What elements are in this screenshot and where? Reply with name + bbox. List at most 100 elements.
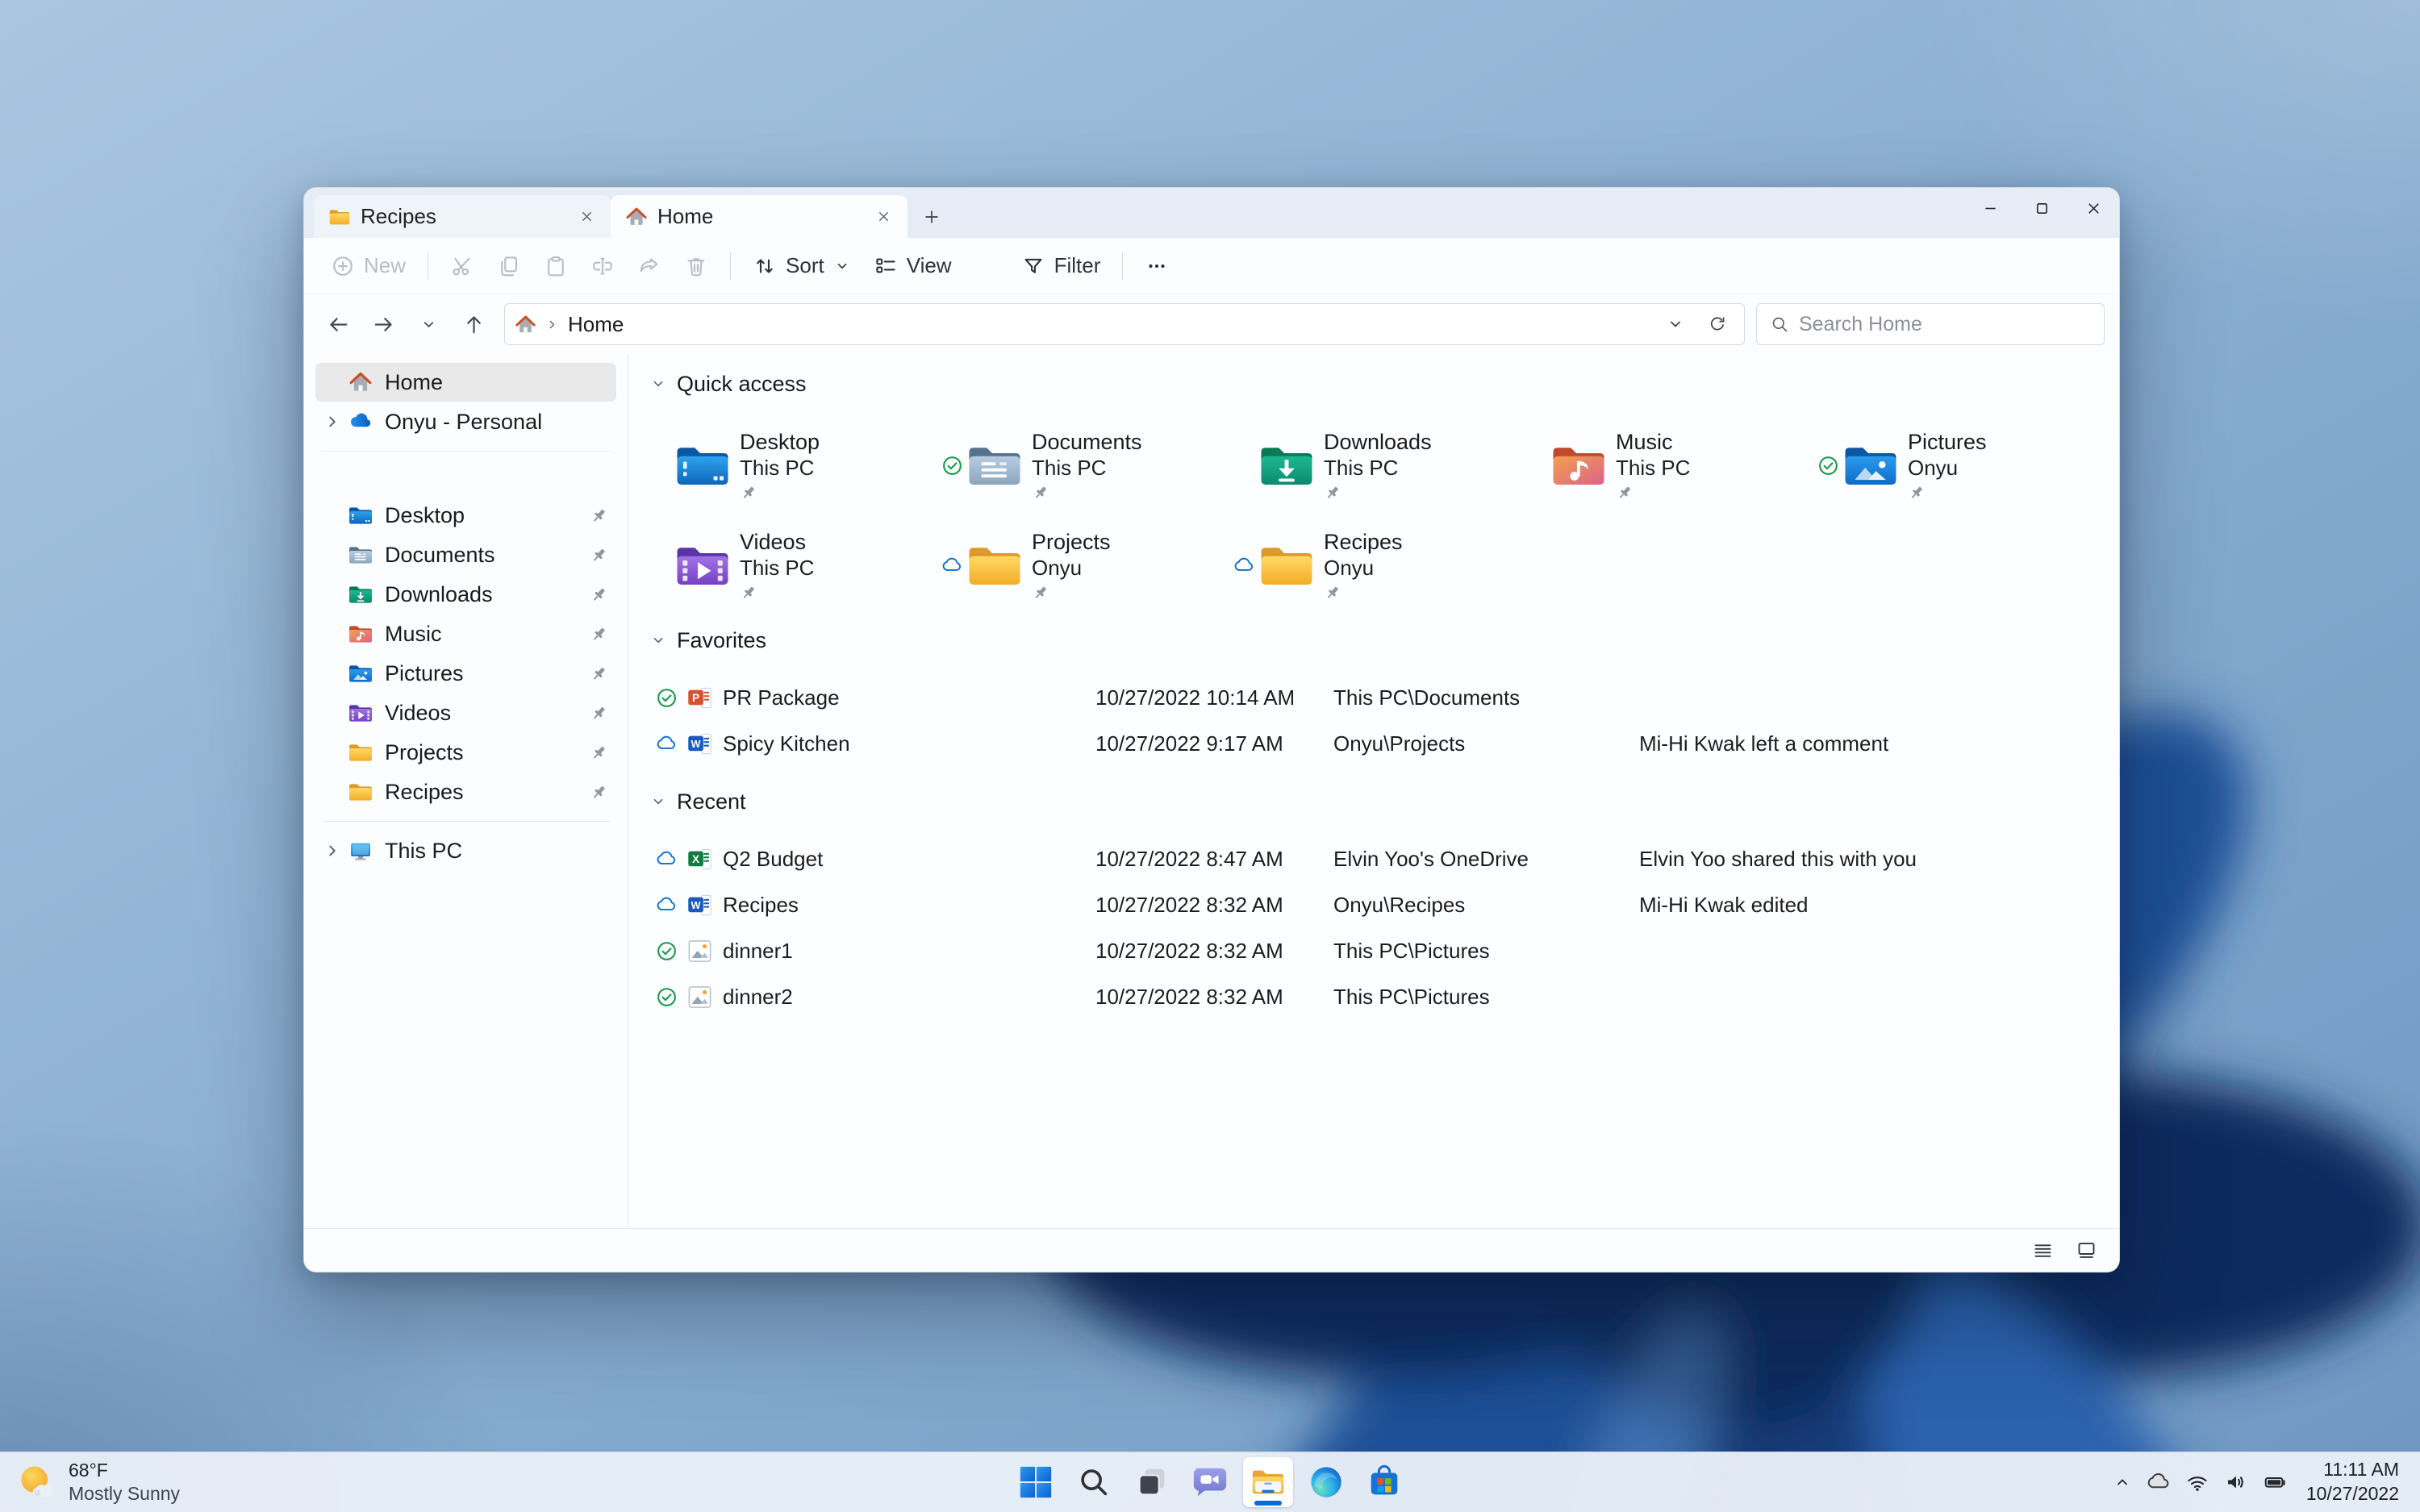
tile-music[interactable]: Music This PC — [1525, 415, 1817, 515]
sidebar-label: Desktop — [385, 502, 465, 527]
forward-button[interactable] — [364, 305, 403, 344]
recent-locations-button[interactable] — [409, 305, 448, 344]
file-date: 10/27/2022 8:32 AM — [1095, 939, 1283, 963]
new-tab-button[interactable] — [914, 199, 949, 235]
filter-button[interactable]: Filter — [1011, 246, 1112, 286]
sidebar-divider — [322, 451, 610, 452]
refresh-button[interactable] — [1700, 307, 1734, 341]
share-button[interactable] — [627, 246, 672, 286]
large-thumbnails-view-button[interactable] — [2067, 1235, 2105, 1267]
file-row-pr-package[interactable]: PR Package 10/27/2022 10:14 AM This PC\D… — [649, 675, 2119, 721]
file-row-spicy-kitchen[interactable]: Spicy Kitchen 10/27/2022 9:17 AM Onyu\Pr… — [649, 721, 2119, 767]
network-button[interactable] — [2185, 1470, 2209, 1494]
home-icon — [515, 314, 536, 335]
file-row-dinner1[interactable]: dinner1 10/27/2022 8:32 AM This PC\Pictu… — [649, 928, 2119, 974]
sidebar-item-projects[interactable]: Projects — [315, 733, 616, 772]
taskbar-search-button[interactable] — [1069, 1457, 1119, 1507]
paste-button[interactable] — [533, 246, 578, 286]
sidebar-item-desktop[interactable]: Desktop — [315, 496, 616, 535]
sidebar-item-recipes[interactable]: Recipes — [315, 773, 616, 811]
address-bar[interactable]: Home — [504, 303, 1745, 345]
tile-desktop[interactable]: Desktop This PC — [649, 415, 941, 515]
sidebar-item-pictures[interactable]: Pictures — [315, 654, 616, 693]
videos-folder-icon — [674, 541, 732, 589]
details-view-button[interactable] — [2024, 1235, 2061, 1267]
active-app-indicator — [1254, 1501, 1282, 1506]
pictures-folder-icon — [348, 661, 373, 685]
delete-button[interactable] — [674, 246, 719, 286]
file-row-q2-budget[interactable]: Q2 Budget 10/27/2022 8:47 AM Elvin Yoo's… — [649, 836, 2119, 882]
arrow-left-icon — [327, 313, 350, 336]
favorites-list: PR Package 10/27/2022 10:14 AM This PC\D… — [649, 675, 2119, 767]
chevron-right-icon[interactable] — [322, 411, 343, 432]
sidebar-item-onedrive[interactable]: Onyu - Personal — [315, 402, 616, 441]
new-button[interactable]: New — [320, 246, 416, 286]
chat-button[interactable] — [1185, 1457, 1235, 1507]
sidebar-item-videos[interactable]: Videos — [315, 694, 616, 732]
sort-button[interactable]: Sort — [742, 246, 862, 286]
volume-button[interactable] — [2224, 1470, 2248, 1494]
close-tab-icon[interactable] — [572, 202, 601, 231]
quick-access-grid: Desktop This PC Documents This PC Downlo… — [649, 415, 2119, 615]
sidebar-item-music[interactable]: Music — [315, 614, 616, 653]
weather-widget[interactable]: 68°F Mostly Sunny — [0, 1452, 180, 1512]
tab-recipes[interactable]: Recipes — [314, 195, 611, 238]
section-favorites[interactable]: Favorites — [649, 627, 2119, 654]
view-button[interactable]: View — [863, 246, 962, 286]
more-options-button[interactable] — [1134, 246, 1179, 286]
search-box[interactable] — [1756, 303, 2105, 345]
word-file-icon — [686, 730, 714, 758]
tile-pictures[interactable]: Pictures Onyu — [1817, 415, 2109, 515]
funnel-icon — [1021, 254, 1045, 278]
start-button[interactable] — [1011, 1457, 1061, 1507]
share-icon — [637, 254, 661, 278]
tile-projects[interactable]: Projects Onyu — [941, 515, 1233, 615]
section-recent[interactable]: Recent — [649, 788, 2119, 815]
file-activity: Mi-Hi Kwak edited — [1639, 893, 1809, 917]
clock[interactable]: 11:11 AM 10/27/2022 — [2306, 1458, 2399, 1506]
tile-videos[interactable]: Videos This PC — [649, 515, 941, 615]
toolbar-divider — [1122, 252, 1124, 280]
onedrive-tray-button[interactable] — [2147, 1470, 2171, 1494]
back-button[interactable] — [319, 305, 357, 344]
sidebar-item-downloads[interactable]: Downloads — [315, 575, 616, 614]
sidebar-item-this-pc[interactable]: This PC — [315, 831, 616, 870]
search-input[interactable] — [1799, 312, 2091, 336]
plus-icon — [923, 208, 941, 226]
rename-button[interactable] — [580, 246, 625, 286]
minimize-button[interactable] — [1964, 188, 2016, 228]
up-button[interactable] — [454, 305, 493, 344]
breadcrumb[interactable]: Home — [568, 312, 624, 337]
sidebar-item-home[interactable]: Home — [315, 363, 616, 402]
tab-home[interactable]: Home — [611, 195, 908, 238]
file-row-dinner2[interactable]: dinner2 10/27/2022 8:32 AM This PC\Pictu… — [649, 974, 2119, 1020]
hidden-icons-button[interactable] — [2113, 1472, 2132, 1492]
chevron-right-icon[interactable] — [322, 840, 343, 861]
file-row-recipes[interactable]: Recipes 10/27/2022 8:32 AM Onyu\Recipes … — [649, 882, 2119, 928]
maximize-button[interactable] — [2016, 188, 2067, 228]
tile-downloads[interactable]: Downloads This PC — [1233, 415, 1525, 515]
close-tab-icon[interactable] — [869, 202, 898, 231]
copy-button[interactable] — [486, 246, 532, 286]
file-date: 10/27/2022 10:14 AM — [1095, 685, 1296, 710]
tile-documents[interactable]: Documents This PC — [941, 415, 1233, 515]
file-explorer-button[interactable] — [1243, 1457, 1293, 1507]
tile-recipes[interactable]: Recipes Onyu — [1233, 515, 1525, 615]
close-button[interactable] — [2067, 188, 2119, 228]
edge-button[interactable] — [1301, 1457, 1351, 1507]
battery-button[interactable] — [2263, 1470, 2287, 1494]
cut-button[interactable] — [440, 246, 485, 286]
address-dropdown-button[interactable] — [1659, 307, 1692, 341]
window-controls — [1964, 188, 2119, 228]
pin-icon — [590, 704, 608, 723]
store-button[interactable] — [1359, 1457, 1409, 1507]
file-activity: Mi-Hi Kwak left a comment — [1639, 731, 1889, 756]
pin-icon — [1032, 484, 1049, 502]
desktop: Recipes Home New Sort View Filter Home S… — [0, 0, 2420, 1512]
sidebar-label: Onyu - Personal — [385, 409, 543, 434]
section-title: Favorites — [677, 627, 767, 652]
music-folder-icon — [348, 622, 373, 646]
section-quick-access[interactable]: Quick access — [649, 370, 2119, 398]
task-view-button[interactable] — [1127, 1457, 1177, 1507]
sidebar-item-documents[interactable]: Documents — [315, 535, 616, 574]
